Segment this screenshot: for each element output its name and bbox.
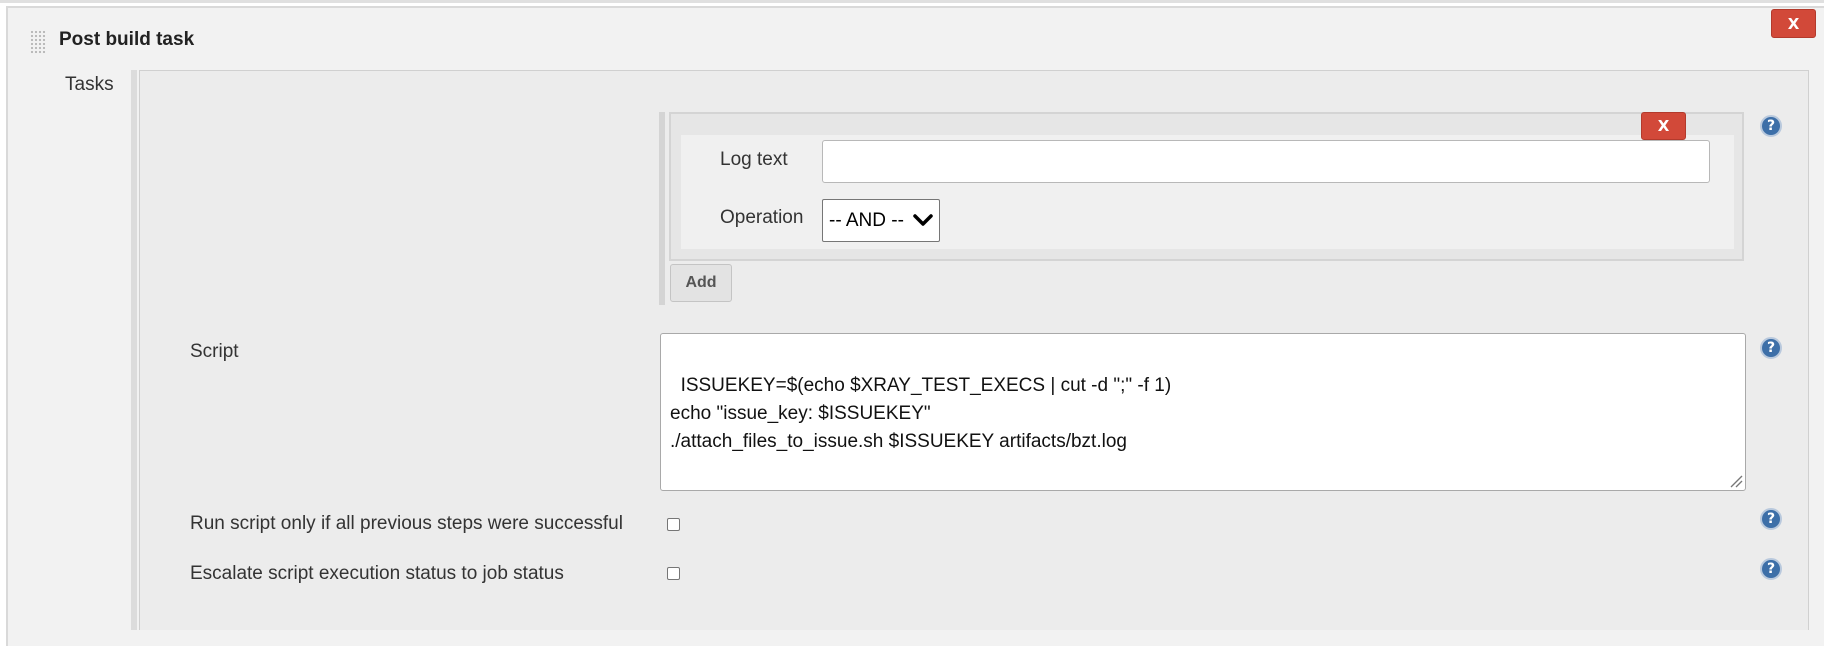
delete-condition-button[interactable]: X: [1641, 112, 1686, 140]
add-condition-button[interactable]: Add: [670, 264, 732, 302]
help-icon[interactable]: ?: [1760, 337, 1782, 359]
operation-selected-value: -- AND --: [829, 209, 904, 231]
section-title: Post build task: [59, 29, 195, 50]
condition-indent-bar: [659, 112, 665, 305]
top-divider: [0, 0, 1824, 3]
run-only-if-success-checkbox[interactable]: [667, 518, 680, 531]
run-only-if-success-label: Run script only if all previous steps we…: [190, 513, 623, 534]
script-textarea[interactable]: ISSUEKEY=$(echo $XRAY_TEST_EXECS | cut -…: [660, 333, 1746, 491]
delete-task-button[interactable]: X: [1771, 9, 1816, 38]
help-icon[interactable]: ?: [1760, 558, 1782, 580]
log-text-label: Log text: [720, 149, 788, 170]
help-icon[interactable]: ?: [1760, 115, 1782, 137]
script-text: ISSUEKEY=$(echo $XRAY_TEST_EXECS | cut -…: [670, 375, 1172, 452]
escalate-status-checkbox[interactable]: [667, 567, 680, 580]
tasks-label: Tasks: [65, 74, 114, 95]
tasks-indent-bar: [131, 70, 137, 630]
log-text-input[interactable]: [822, 140, 1710, 183]
script-label: Script: [190, 341, 239, 362]
operation-label: Operation: [720, 207, 804, 228]
escalate-status-label: Escalate script execution status to job …: [190, 563, 564, 584]
operation-select[interactable]: -- AND --: [822, 199, 940, 242]
help-icon[interactable]: ?: [1760, 508, 1782, 530]
drag-handle-icon[interactable]: [30, 30, 46, 54]
resize-grip-icon[interactable]: [1729, 474, 1743, 488]
chevron-down-icon: [913, 214, 933, 226]
